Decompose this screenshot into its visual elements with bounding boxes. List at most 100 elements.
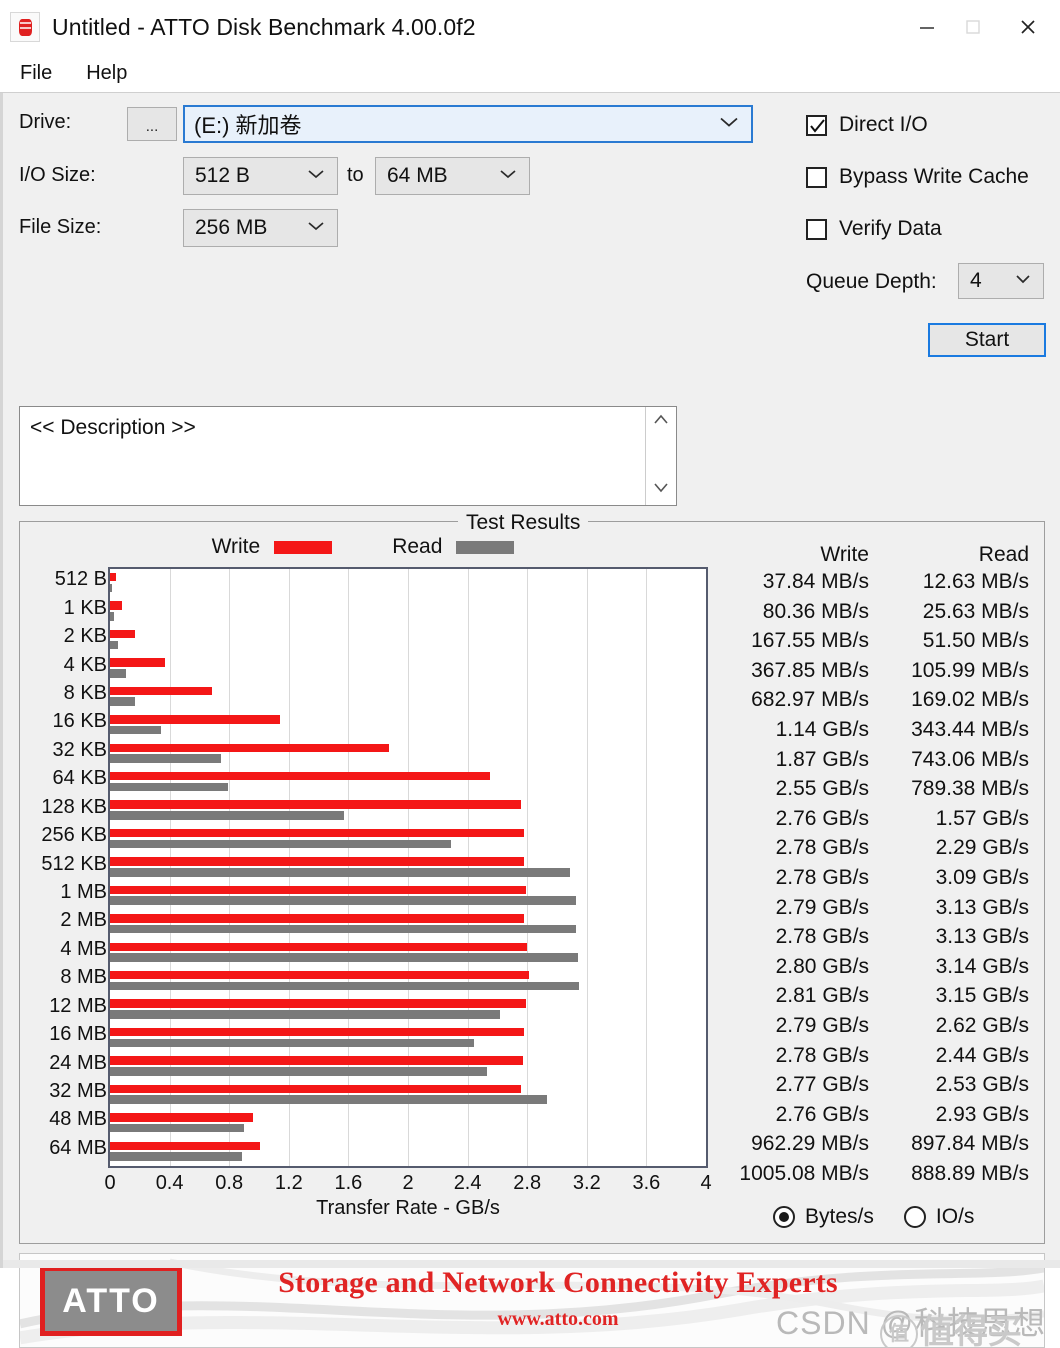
bypass-write-cache-checkbox[interactable]: Bypass Write Cache <box>806 165 1029 189</box>
scroll-up-icon[interactable] <box>652 413 670 432</box>
window-controls <box>904 0 1060 54</box>
io-size-from-select[interactable]: 512 B <box>183 157 338 195</box>
chart-x-tick-label: 0.4 <box>156 1172 184 1195</box>
table-row: 2.78 GB/s2.29 GB/s <box>719 833 1029 863</box>
drive-select[interactable]: (E:) 新加卷 <box>183 105 753 143</box>
chart-bar-read <box>110 612 114 621</box>
chart-y-tick-label: 2 MB <box>60 910 107 930</box>
cell-read: 3.15 GB/s <box>879 981 1029 1011</box>
table-row: 2.76 GB/s1.57 GB/s <box>719 804 1029 834</box>
chart-bar-read <box>110 726 161 735</box>
chart-y-tick-label: 1 MB <box>60 882 107 902</box>
chart-x-tick-label: 2 <box>402 1172 413 1195</box>
chart-y-tick-label: 1 KB <box>64 598 107 618</box>
chart-bar-read <box>110 1039 474 1048</box>
table-row: 2.77 GB/s2.53 GB/s <box>719 1070 1029 1100</box>
maximize-button[interactable] <box>950 0 996 54</box>
column-header-read: Read <box>879 543 1029 567</box>
test-results-title: Test Results <box>458 511 588 535</box>
radio-selected-icon <box>773 1206 795 1228</box>
chart-bar-write <box>110 829 524 838</box>
chart-x-tick-label: 0.8 <box>215 1172 243 1195</box>
cell-read: 888.89 MB/s <box>879 1159 1029 1189</box>
radio-bytes-per-second[interactable]: Bytes/s <box>773 1205 874 1229</box>
radio-io-label: IO/s <box>936 1205 975 1229</box>
chart-bar-read <box>110 783 228 792</box>
close-button[interactable] <box>996 0 1060 54</box>
description-scrollbar[interactable] <box>645 407 676 505</box>
chart-bar-write <box>110 999 526 1008</box>
chart-y-tick-label: 512 KB <box>41 854 107 874</box>
chart-x-tick-label: 0 <box>104 1172 115 1195</box>
cell-write: 367.85 MB/s <box>719 656 879 686</box>
table-row: 2.78 GB/s3.09 GB/s <box>719 863 1029 893</box>
banner-url[interactable]: www.atto.com <box>248 1308 868 1331</box>
table-row: 2.76 GB/s2.93 GB/s <box>719 1100 1029 1130</box>
minimize-button[interactable] <box>904 0 950 54</box>
legend-read: Read <box>392 535 514 559</box>
direct-io-label: Direct I/O <box>839 113 928 137</box>
chart-y-tick-label: 8 KB <box>64 683 107 703</box>
file-size-label: File Size: <box>19 216 101 239</box>
table-row: 2.55 GB/s789.38 MB/s <box>719 774 1029 804</box>
chart-bar-write <box>110 573 116 582</box>
table-row: 80.36 MB/s25.63 MB/s <box>719 597 1029 627</box>
chart-bar-write <box>110 772 490 781</box>
io-size-to-value: 64 MB <box>376 164 448 188</box>
chart-y-tick-label: 4 MB <box>60 939 107 959</box>
chart-bar-write <box>110 744 389 753</box>
description-input[interactable]: << Description >> <box>19 406 677 506</box>
table-row: 2.78 GB/s2.44 GB/s <box>719 1041 1029 1071</box>
chart-plot-area <box>108 567 708 1168</box>
file-size-select[interactable]: 256 MB <box>183 209 338 247</box>
app-window: Untitled - ATTO Disk Benchmark 4.00.0f2 … <box>0 0 1060 1268</box>
queue-depth-select[interactable]: 4 <box>958 263 1044 299</box>
direct-io-checkbox[interactable]: Direct I/O <box>806 113 928 137</box>
chart-y-axis: 512 B1 KB2 KB4 KB8 KB16 KB32 KB64 KB128 … <box>19 565 107 1170</box>
start-button[interactable]: Start <box>928 323 1046 357</box>
menu-item-file[interactable]: File <box>16 60 56 87</box>
cell-write: 37.84 MB/s <box>719 567 879 597</box>
banner-tagline: Storage and Network Connectivity Experts <box>248 1266 868 1300</box>
chart-bar-write <box>110 1085 521 1094</box>
cell-write: 2.78 GB/s <box>719 833 879 863</box>
cell-write: 167.55 MB/s <box>719 626 879 656</box>
legend-read-label: Read <box>392 535 442 559</box>
disk-icon <box>10 12 40 42</box>
chart-bar-write <box>110 1028 524 1037</box>
units-radio-group: Bytes/s IO/s <box>773 1205 974 1229</box>
chart-y-tick-label: 24 MB <box>49 1053 107 1073</box>
cell-read: 12.63 MB/s <box>879 567 1029 597</box>
browse-button[interactable]: ... <box>127 107 177 141</box>
chart-bar-read <box>110 840 451 849</box>
cell-write: 2.78 GB/s <box>719 1041 879 1071</box>
cell-write: 2.79 GB/s <box>719 893 879 923</box>
chart-gridline <box>587 569 588 1166</box>
table-row: 167.55 MB/s51.50 MB/s <box>719 626 1029 656</box>
chart-bar-read <box>110 953 578 962</box>
chart-x-tick-label: 1.6 <box>334 1172 362 1195</box>
cell-read: 3.13 GB/s <box>879 893 1029 923</box>
bypass-write-cache-label: Bypass Write Cache <box>839 165 1029 189</box>
chart-bar-read <box>110 868 570 877</box>
menu-item-help[interactable]: Help <box>82 60 131 87</box>
verify-data-checkbox[interactable]: Verify Data <box>806 217 942 241</box>
cell-write: 1005.08 MB/s <box>719 1159 879 1189</box>
chart-bar-read <box>110 982 579 991</box>
legend-write: Write <box>212 535 333 559</box>
table-row: 367.85 MB/s105.99 MB/s <box>719 656 1029 686</box>
cell-read: 343.44 MB/s <box>879 715 1029 745</box>
chart-y-tick-label: 48 MB <box>49 1109 107 1129</box>
menu-bar: File Help <box>0 54 1060 93</box>
radio-io-per-second[interactable]: IO/s <box>904 1205 975 1229</box>
title-bar: Untitled - ATTO Disk Benchmark 4.00.0f2 <box>0 0 1060 54</box>
table-row: 1005.08 MB/s888.89 MB/s <box>719 1159 1029 1189</box>
scroll-down-icon[interactable] <box>652 480 670 499</box>
chart-bar-read <box>110 754 221 763</box>
settings-panel: Drive: ... (E:) 新加卷 I/O Size: 512 B to 6… <box>3 93 1060 293</box>
io-size-from-value: 512 B <box>184 164 250 188</box>
io-size-to-select[interactable]: 64 MB <box>375 157 530 195</box>
chart-bar-read <box>110 697 135 706</box>
table-row: 2.81 GB/s3.15 GB/s <box>719 981 1029 1011</box>
cell-write: 2.76 GB/s <box>719 1100 879 1130</box>
